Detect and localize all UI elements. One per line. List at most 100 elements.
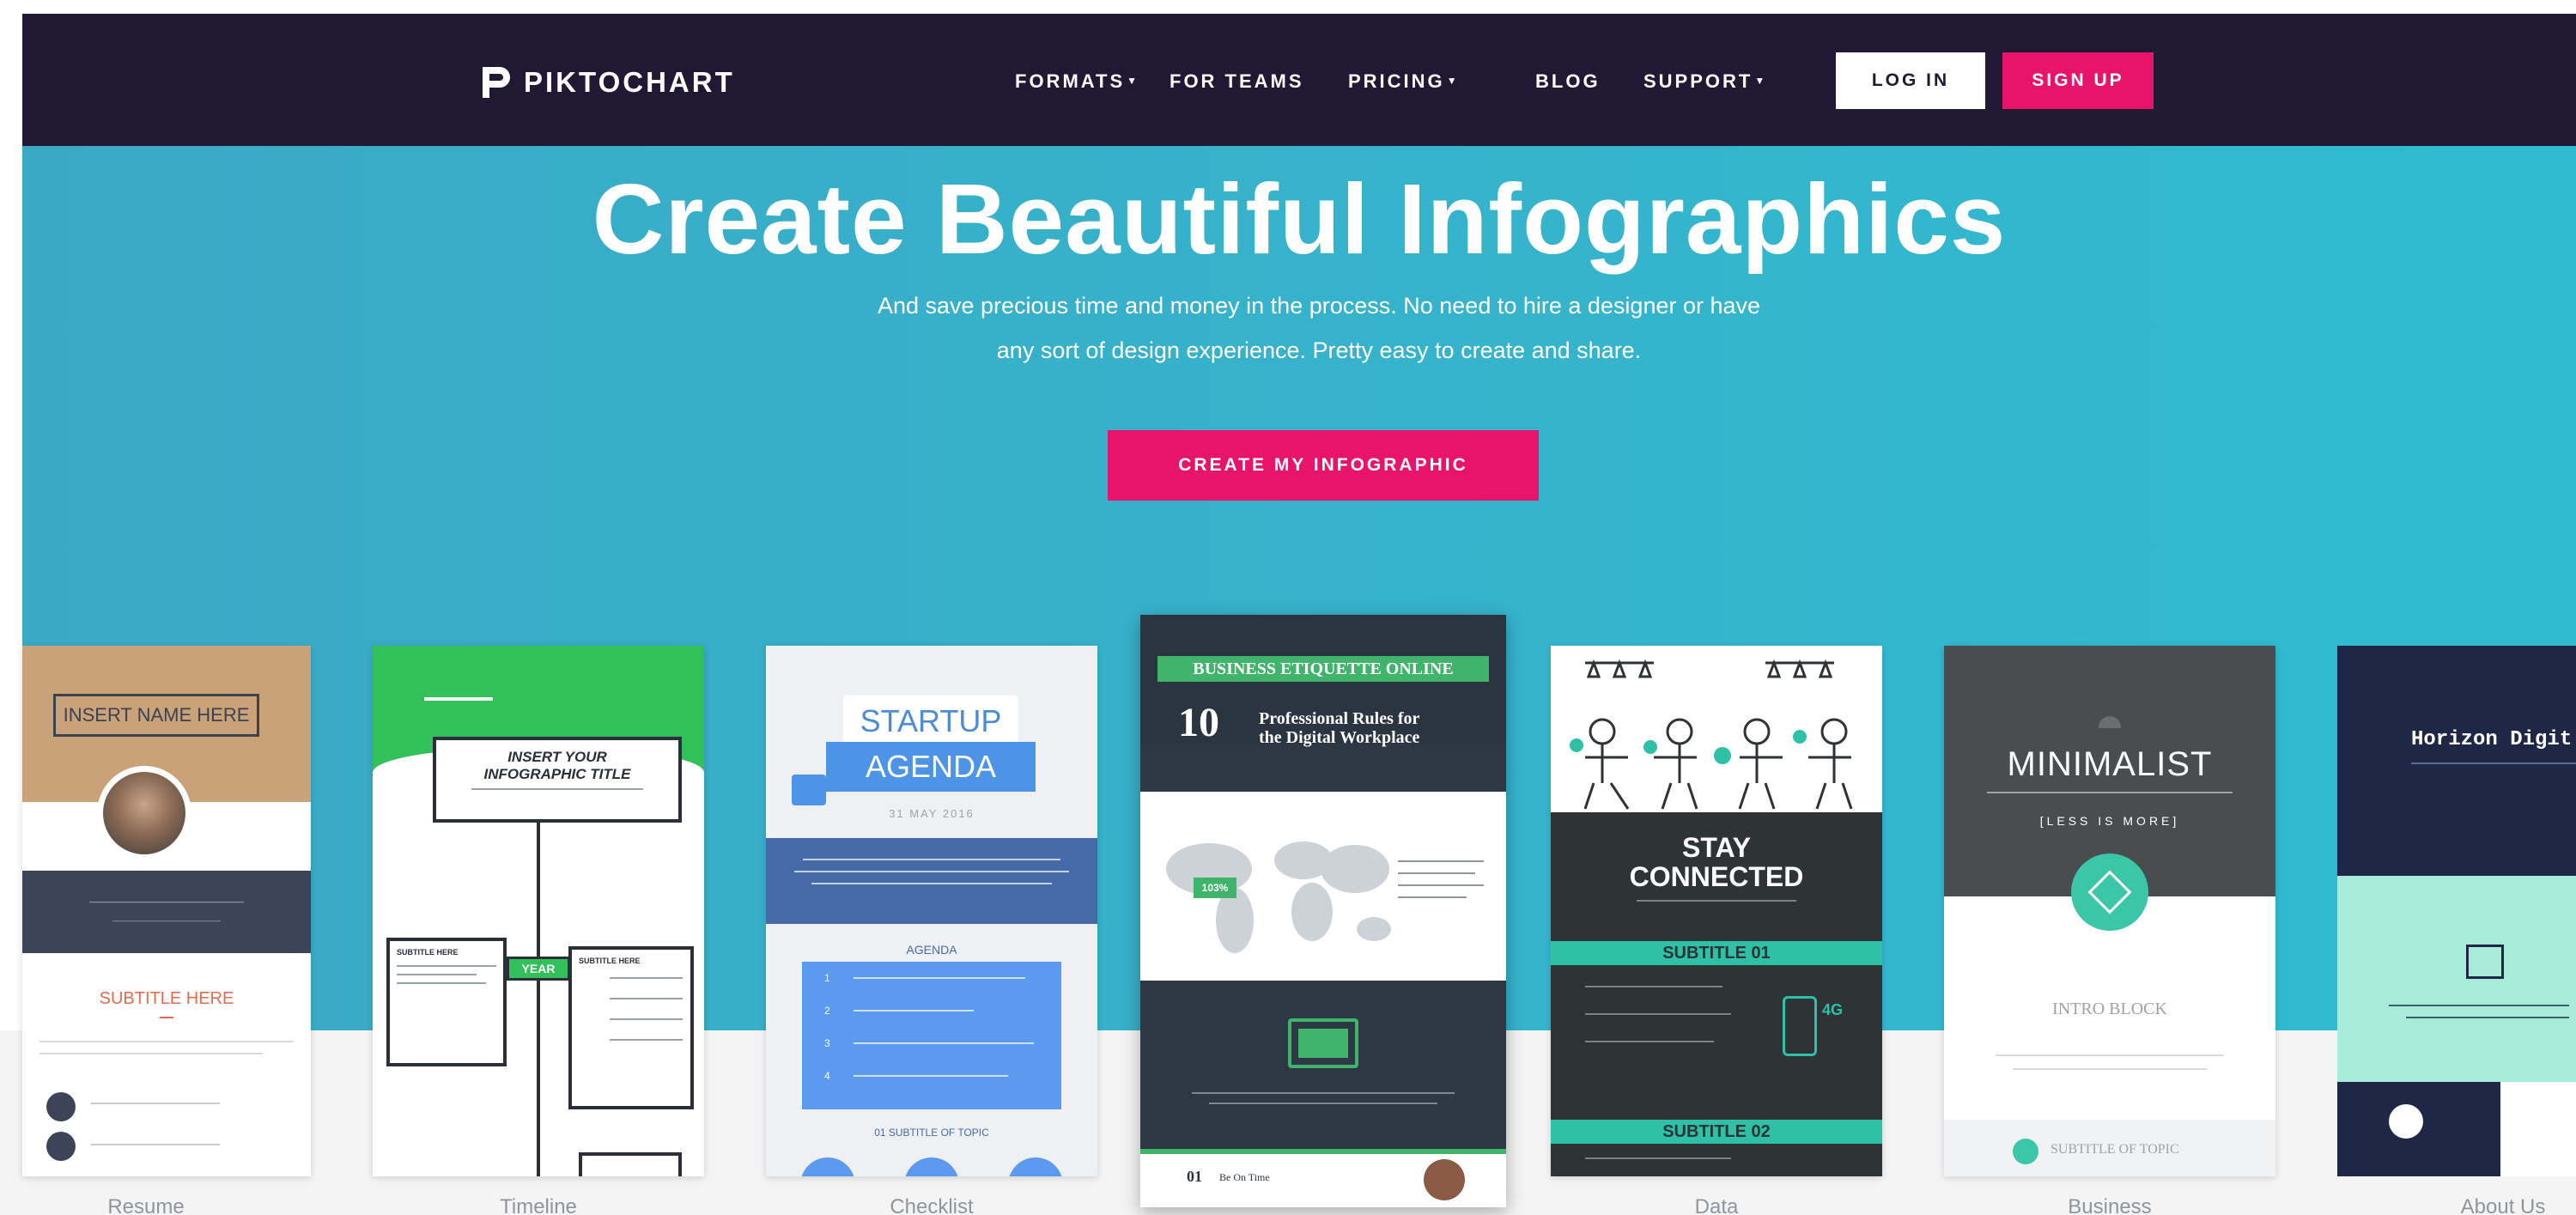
placeholder-text	[811, 883, 1052, 884]
template-card-resume[interactable]: INSERT NAME HERE ———————————————————— ——…	[22, 646, 311, 1176]
featured-footer-text: Be On Time	[1219, 1171, 1270, 1183]
featured-number: 10	[1178, 700, 1219, 745]
template-card-timeline[interactable]: INSERT YOUR INFOGRAPHIC TITLE SUBTITLE H…	[373, 646, 704, 1176]
nav-support-label: SUPPORT	[1643, 70, 1753, 92]
about-title: Horizon Digit	[2411, 728, 2573, 751]
timeline-year-tag: YEAR	[507, 957, 570, 981]
placeholder-text	[1398, 884, 1484, 886]
placeholder-text	[91, 1103, 220, 1104]
nav-for-teams[interactable]: FOR TEAMS	[1170, 70, 1304, 93]
nav-blog[interactable]: BLOG	[1535, 70, 1601, 93]
placeholder-text	[1585, 1041, 1714, 1042]
topic-circle	[800, 1157, 855, 1176]
laptop-screen	[1298, 1029, 1348, 1058]
checklist-date: 31 MAY 2016	[889, 807, 975, 820]
agenda-item-number: 2	[824, 1005, 830, 1017]
timeline-event-right: SUBTITLE HERE	[568, 946, 694, 1109]
about-team-band	[2337, 1082, 2576, 1176]
divider	[160, 1017, 173, 1018]
data-title: STAY CONNECTED	[1551, 833, 1882, 891]
template-label-business: Business	[2068, 1195, 2152, 1215]
caret-down-icon: ▼	[1446, 75, 1460, 87]
placeholder-text	[1585, 1013, 1731, 1015]
placeholder-text	[91, 1144, 220, 1145]
placeholder-text	[1209, 1103, 1437, 1104]
placeholder-text	[1398, 872, 1475, 874]
data-subtitle-02: SUBTITLE 02	[1551, 1120, 1882, 1144]
clock-icon	[1424, 1159, 1465, 1200]
placeholder-text	[1637, 900, 1796, 902]
placeholder-text: ——————————————	[112, 916, 221, 925]
topic-circle	[904, 1157, 959, 1176]
featured-banner: BUSINESS ETIQUETTE ONLINE	[1157, 656, 1489, 682]
business-tagline: [LESS IS MORE]	[2039, 814, 2180, 828]
checklist-title-line2: AGENDA	[826, 742, 1036, 792]
hero-subtitle-line1: And save precious time and money in the …	[877, 293, 1761, 319]
agenda-item-number: 4	[824, 1070, 830, 1082]
placeholder-text	[2389, 1005, 2569, 1006]
diamond-shape	[2087, 870, 2132, 914]
template-card-business[interactable]: MINIMALIST [LESS IS MORE] INTRO BLOCK SU…	[1944, 646, 2275, 1176]
business-title: MINIMALIST	[2007, 745, 2213, 783]
placeholder-text	[397, 982, 487, 984]
placeholder-text	[794, 871, 1069, 872]
data-title-line1: STAY	[1681, 832, 1752, 863]
timeline-title-box: INSERT YOUR INFOGRAPHIC TITLE	[433, 737, 682, 823]
hero-title: Create Beautiful Infographics	[592, 163, 2007, 275]
placeholder-text	[610, 998, 683, 999]
nav-formats[interactable]: FORMATS ▼	[1015, 70, 1139, 93]
data-signal-label: 4G	[1822, 1001, 1844, 1018]
avatar	[103, 772, 185, 854]
timeline-event-left: SUBTITLE HERE	[386, 938, 507, 1066]
checklist-agenda-list: 1 2 3 4	[802, 962, 1061, 1109]
template-card-checklist[interactable]: STARTUP AGENDA 31 MAY 2016 AGENDA 1 2 3 …	[766, 646, 1097, 1176]
placeholder-text	[1398, 860, 1484, 862]
avatar	[2389, 1104, 2423, 1139]
placeholder-text	[1996, 1054, 2224, 1056]
laptop-icon	[1288, 1018, 1358, 1068]
piktochart-logo-icon	[477, 64, 512, 101]
placeholder-text	[610, 1039, 683, 1041]
placeholder-text	[1398, 896, 1467, 898]
hero-subtitle-line2: any sort of design experience. Pretty ea…	[996, 337, 1642, 363]
business-subtitle: SUBTITLE OF TOPIC	[2050, 1142, 2179, 1157]
template-label-resume: Resume	[107, 1195, 185, 1215]
business-block: INTRO BLOCK	[2052, 999, 2167, 1018]
people-at-desks-icon	[1570, 659, 1853, 810]
placeholder-text: ————————————————————	[89, 897, 244, 906]
placeholder-text	[854, 1075, 1008, 1077]
resume-subtitle: SUBTITLE HERE	[99, 989, 234, 1008]
resume-summary-band: ———————————————————— ——————————————	[22, 871, 311, 953]
monitor-icon	[46, 1092, 76, 1121]
top-strip	[0, 0, 2576, 14]
decor-line	[424, 697, 493, 701]
caret-down-icon: ▼	[1127, 75, 1140, 87]
template-label-timeline: Timeline	[500, 1195, 577, 1215]
placeholder-text	[803, 859, 1060, 860]
nav-formats-label: FORMATS	[1015, 70, 1126, 92]
signup-button[interactable]: SIGN UP	[2002, 52, 2154, 109]
divider	[1987, 792, 2233, 793]
login-button[interactable]: LOG IN	[1836, 52, 1985, 109]
nav-for-teams-label: FOR TEAMS	[1170, 70, 1304, 92]
team-card	[2500, 1082, 2576, 1176]
placeholder-text	[1192, 1092, 1455, 1094]
top-nav: PIKTOCHART FORMATS ▼ FOR TEAMS PRICING ▼ B…	[22, 14, 2576, 146]
template-label-checklist: Checklist	[890, 1195, 974, 1215]
logo[interactable]: PIKTOCHART	[477, 64, 735, 101]
megaphone-icon	[792, 775, 826, 805]
caret-down-icon: ▼	[1754, 75, 1768, 87]
checklist-subtitle: 01 SUBTITLE OF TOPIC	[874, 1127, 989, 1139]
timeline-subtitle-left: SUBTITLE HERE	[397, 948, 459, 957]
template-card-about[interactable]: Horizon Digit	[2337, 646, 2576, 1176]
template-card-data[interactable]: STAY CONNECTED SUBTITLE 01 4G SUBTITLE 0…	[1551, 646, 1882, 1176]
checklist-intro-band	[766, 838, 1097, 924]
about-mint-section	[2337, 876, 2576, 1082]
timeline-title-line1: INSERT YOUR	[507, 749, 607, 765]
placeholder-text	[39, 1053, 263, 1054]
create-infographic-button[interactable]: CREATE MY INFOGRAPHIC	[1108, 430, 1539, 501]
nav-pricing[interactable]: PRICING ▼	[1348, 70, 1460, 93]
template-card-featured[interactable]: BUSINESS ETIQUETTE ONLINE 10 Professiona…	[1140, 615, 1506, 1207]
nav-support[interactable]: SUPPORT ▼	[1643, 70, 1767, 93]
featured-title: Professional Rules for the Digital Workp…	[1259, 709, 1419, 747]
